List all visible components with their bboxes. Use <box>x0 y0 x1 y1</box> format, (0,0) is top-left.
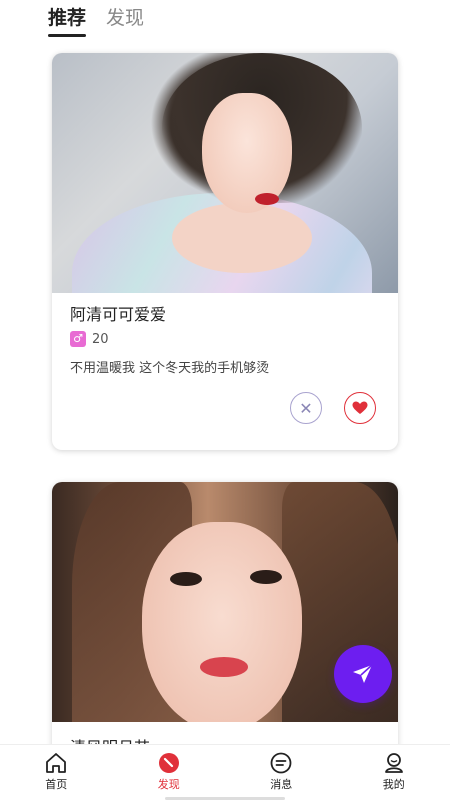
photo-eye <box>250 570 282 584</box>
compass-icon <box>158 753 179 773</box>
tab-discover[interactable]: 发现 <box>106 4 144 32</box>
nav-label: 我的 <box>382 778 405 791</box>
home-icon <box>46 753 67 773</box>
profile-card[interactable]: 清风明月芯 <box>52 482 398 772</box>
photo-lips <box>255 193 279 205</box>
tab-recommend[interactable]: 推荐 <box>48 4 87 37</box>
send-button[interactable] <box>334 645 392 703</box>
photo-eye <box>170 572 202 586</box>
send-icon <box>353 664 373 683</box>
nav-item-messages[interactable]: 消息 <box>241 745 321 800</box>
profile-name: 阿清可可爱爱 <box>70 305 167 324</box>
female-symbol-icon: ♂ <box>70 331 86 347</box>
photo-face <box>142 522 302 722</box>
photo-lips <box>200 657 248 677</box>
photo-skin <box>172 203 312 273</box>
like-button[interactable] <box>344 392 376 424</box>
nav-item-home[interactable]: 首页 <box>16 745 96 800</box>
nav-item-profile[interactable]: 我的 <box>354 745 434 800</box>
top-tabs: 推荐 发现 <box>48 4 144 38</box>
card-body: 阿清可可爱爱 ♂ 20 不用温暖我 这个冬天我的手机够烫 <box>52 293 398 379</box>
close-icon: ✕ <box>299 398 313 418</box>
card-actions: ✕ <box>290 392 376 424</box>
profile-card[interactable]: 阿清可可爱爱 ♂ 20 不用温暖我 这个冬天我的手机够烫 ✕ <box>52 53 398 450</box>
heart-icon <box>352 401 368 414</box>
profile-age: 20 <box>92 331 109 347</box>
profile-icon <box>384 753 403 773</box>
message-icon <box>270 752 292 774</box>
nav-label: 消息 <box>270 778 293 791</box>
bottom-nav: 首页 发现 消息 我的 <box>0 744 450 800</box>
age-row: ♂ 20 <box>70 331 380 347</box>
profile-bio: 不用温暖我 这个冬天我的手机够烫 <box>70 361 270 376</box>
dislike-button[interactable]: ✕ <box>290 392 322 424</box>
photo-face <box>202 93 292 213</box>
nav-item-discover[interactable]: 发现 <box>129 745 209 800</box>
profile-photo[interactable] <box>52 53 398 293</box>
nav-label: 发现 <box>157 778 180 791</box>
nav-label: 首页 <box>45 778 68 791</box>
